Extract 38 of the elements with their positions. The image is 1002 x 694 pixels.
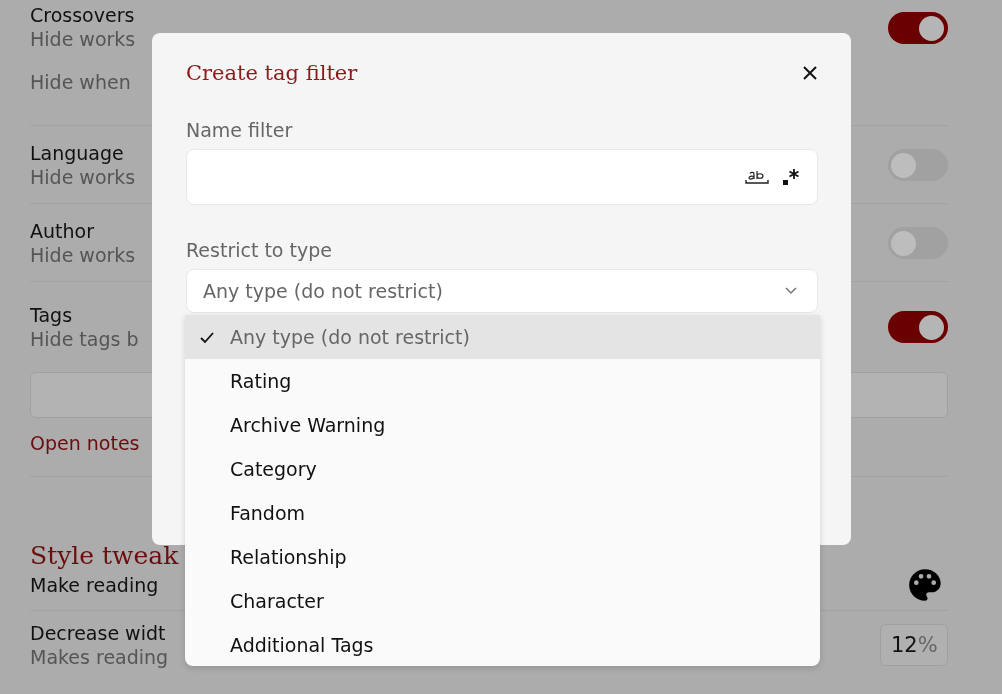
close-icon[interactable] (802, 65, 818, 81)
dropdown-option[interactable]: Category (185, 447, 820, 491)
toggle-switch[interactable] (888, 148, 948, 181)
section-heading: Style tweak (30, 541, 179, 570)
setting-description: Hide tags b (30, 327, 139, 351)
setting-description: Hide works (30, 27, 136, 51)
setting-title: Tags (30, 303, 74, 327)
check-icon (200, 332, 214, 344)
dialog-title: Create tag filter (186, 61, 358, 85)
setting-description: Hide works (30, 242, 136, 267)
dropdown-option[interactable]: Character (185, 579, 820, 623)
setting-description: Makes reading (30, 645, 169, 669)
type-select[interactable]: Any type (do not restrict) (186, 269, 818, 313)
dropdown-option[interactable]: Archive Warning (185, 403, 820, 447)
name-filter-field[interactable] (186, 149, 818, 205)
dropdown-option[interactable]: Fandom (185, 491, 820, 535)
palette-icon[interactable] (906, 566, 944, 604)
toggle-switch[interactable] (888, 226, 948, 259)
setting-title: Crossovers (30, 3, 136, 27)
toggle-switch[interactable] (888, 311, 948, 343)
section-description: Make reading (30, 573, 159, 597)
setting-title: Language (30, 140, 125, 165)
percent-field[interactable]: 12% (880, 624, 948, 666)
field-label: Restrict to type (186, 239, 332, 261)
open-notes-link[interactable]: Open notes (30, 432, 140, 454)
match-word-icon[interactable] (745, 169, 769, 185)
toggle-switch[interactable] (888, 12, 948, 44)
setting-title: Author (30, 218, 95, 243)
setting-title: Decrease widt (30, 621, 167, 645)
setting-note: Hide when (30, 71, 132, 93)
setting-description: Hide works (30, 164, 136, 189)
regex-icon[interactable] (781, 167, 801, 187)
dropdown-option[interactable]: Rating (185, 359, 820, 403)
chevron-icon (785, 287, 797, 295)
dropdown-option[interactable]: Relationship (185, 535, 820, 579)
dropdown-option[interactable]: Additional Tags (185, 623, 820, 667)
dropdown-option[interactable]: Any type (do not restrict) (185, 315, 820, 359)
field-label: Name filter (186, 119, 293, 141)
